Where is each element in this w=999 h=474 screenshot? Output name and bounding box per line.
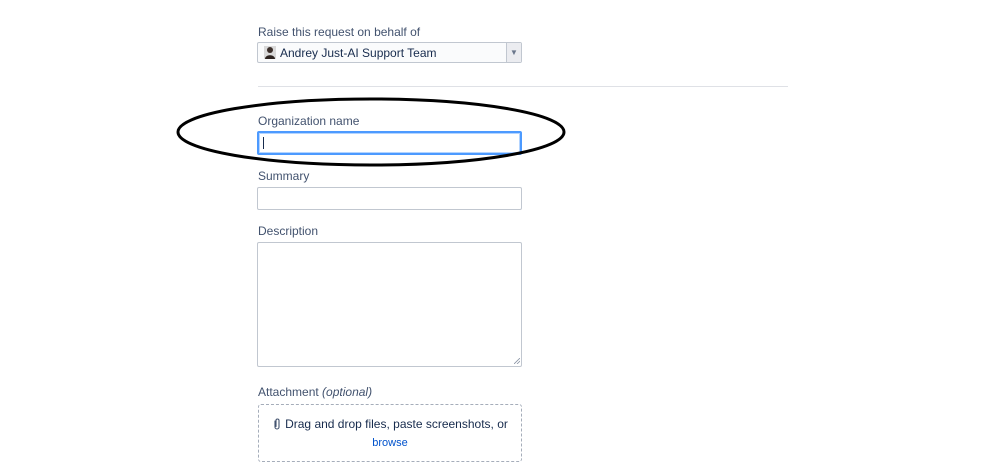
browse-link[interactable]: browse [259, 437, 521, 449]
annotation-ellipse [176, 97, 566, 167]
request-form: Raise this request on behalf of Andrey J… [0, 0, 999, 474]
on-behalf-label: Raise this request on behalf of [258, 25, 421, 39]
dropdown-toggle[interactable]: ▼ [506, 43, 521, 62]
description-label: Description [258, 224, 319, 238]
optional-hint: (optional) [322, 385, 373, 399]
attachment-label: Attachment (optional) [258, 385, 372, 399]
section-divider [258, 86, 788, 87]
dropzone-text-row: Drag and drop files, paste screenshots, … [259, 417, 521, 431]
dropzone-text: Drag and drop files, paste screenshots, … [285, 417, 508, 431]
user-avatar-icon [264, 46, 276, 59]
attachment-dropzone[interactable]: Drag and drop files, paste screenshots, … [258, 404, 522, 462]
resize-grip-icon[interactable] [514, 358, 520, 364]
summary-input[interactable] [257, 187, 522, 210]
chevron-down-icon: ▼ [510, 48, 518, 57]
summary-label: Summary [258, 169, 310, 183]
paperclip-icon [274, 418, 280, 430]
on-behalf-selected-value: Andrey Just-AI Support Team [280, 46, 437, 60]
on-behalf-select[interactable]: Andrey Just-AI Support Team ▼ [257, 42, 522, 63]
attachment-label-text: Attachment [258, 385, 319, 399]
description-textarea[interactable] [257, 242, 522, 367]
